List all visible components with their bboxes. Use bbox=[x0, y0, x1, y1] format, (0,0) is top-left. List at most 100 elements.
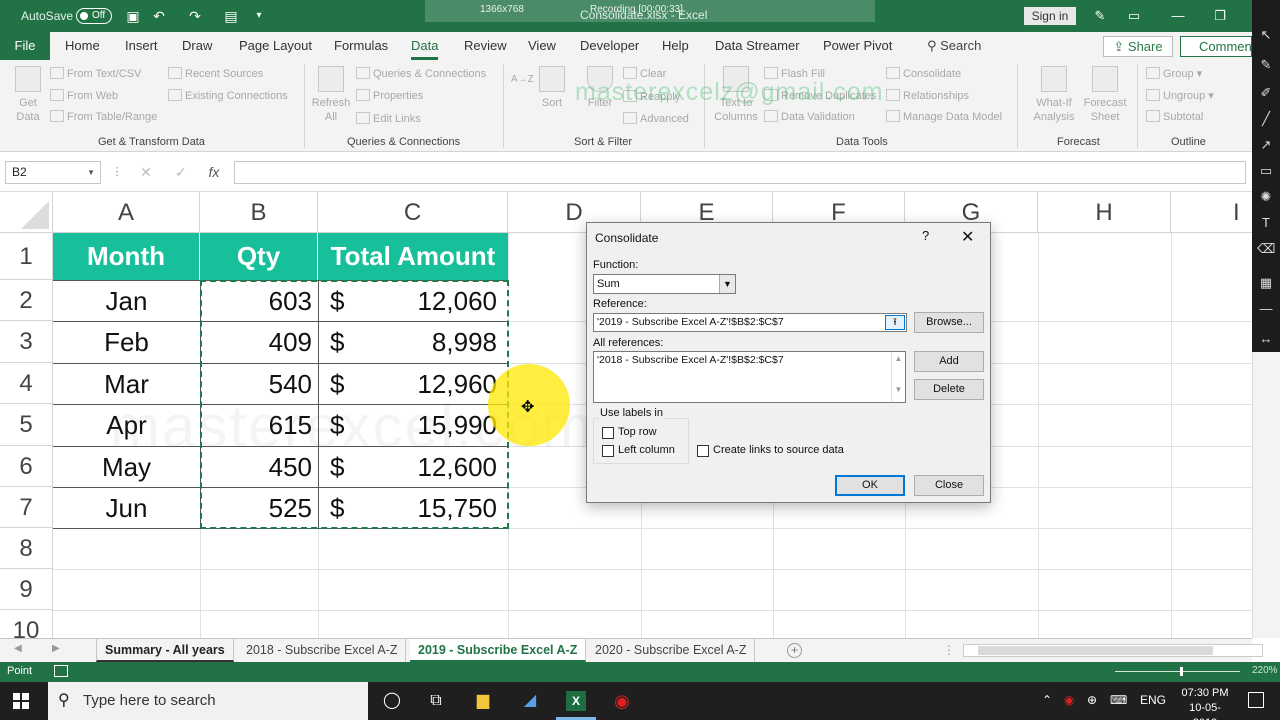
share-button[interactable]: ⇪ Share bbox=[1103, 36, 1173, 57]
form-icon[interactable]: ▤ bbox=[222, 7, 240, 25]
data-validation-button[interactable]: Data Validation bbox=[764, 110, 855, 123]
group-button[interactable]: Group ▾ bbox=[1146, 67, 1202, 80]
row-header-10[interactable]: 10 bbox=[0, 610, 53, 638]
formula-input[interactable] bbox=[234, 161, 1246, 184]
tab-data-streamer[interactable]: Data Streamer bbox=[715, 32, 800, 60]
whiteboard-icon[interactable]: ▦ bbox=[1257, 274, 1275, 292]
network-icon[interactable]: ⊕ bbox=[1087, 693, 1097, 707]
table-header-total-amount[interactable]: Total Amount bbox=[318, 233, 508, 280]
row-header-5[interactable]: 5 bbox=[0, 404, 53, 446]
column-header-h[interactable]: H bbox=[1038, 192, 1171, 233]
browse-button[interactable]: Browse... bbox=[914, 312, 984, 333]
row-header-8[interactable]: 8 bbox=[0, 528, 53, 569]
cell-month[interactable]: Jun bbox=[53, 493, 200, 524]
ribbon-search[interactable]: ⚲ Search bbox=[927, 32, 981, 60]
tab-help[interactable]: Help bbox=[662, 32, 689, 60]
eraser-icon[interactable]: ⌫ bbox=[1257, 240, 1275, 258]
macro-record-icon[interactable] bbox=[54, 665, 68, 677]
pen-icon[interactable]: ✎ bbox=[1090, 6, 1110, 26]
cancel-entry-icon[interactable]: ✕ bbox=[135, 161, 157, 184]
tab-data[interactable]: Data bbox=[411, 32, 439, 60]
forecast-sheet-button[interactable]: Forecast Sheet bbox=[1082, 66, 1128, 124]
pointer-icon[interactable]: ↖ bbox=[1257, 26, 1275, 44]
tab-draw[interactable]: Draw bbox=[182, 32, 212, 60]
cell-month[interactable]: Jan bbox=[53, 286, 200, 317]
tab-formulas[interactable]: Formulas bbox=[334, 32, 388, 60]
more-options-icon[interactable]: ⋮ bbox=[943, 643, 955, 657]
sort-az-button[interactable]: A→Z bbox=[511, 72, 534, 87]
from-web-button[interactable]: From Web bbox=[50, 89, 118, 102]
edit-links-button[interactable]: Edit Links bbox=[356, 112, 421, 125]
table-header-month[interactable]: Month bbox=[53, 233, 200, 280]
undo-icon[interactable]: ↶ bbox=[150, 7, 168, 25]
show-hidden-icons[interactable]: ⌃ bbox=[1042, 693, 1052, 707]
list-item[interactable]: '2018 - Subscribe Excel A-Z'!$B$2:$C$7 bbox=[597, 354, 902, 366]
line-icon[interactable]: ╱ bbox=[1257, 110, 1275, 128]
highlighter-icon[interactable]: ✐ bbox=[1257, 84, 1275, 102]
subtotal-button[interactable]: Subtotal bbox=[1146, 110, 1203, 123]
queries-connections-button[interactable]: Queries & Connections bbox=[356, 67, 486, 80]
tab-view[interactable]: View bbox=[528, 32, 556, 60]
row-header-1[interactable]: 1 bbox=[0, 233, 53, 280]
keyboard-icon[interactable]: ⌨ bbox=[1110, 693, 1127, 707]
sort-button[interactable]: Sort bbox=[538, 66, 566, 110]
ungroup-button[interactable]: Ungroup ▾ bbox=[1146, 89, 1214, 102]
scrollbar[interactable]: ▲ ▼ bbox=[891, 352, 905, 402]
top-row-label[interactable]: Top row bbox=[618, 426, 657, 438]
create-links-checkbox[interactable] bbox=[697, 445, 709, 457]
tab-home[interactable]: Home bbox=[65, 32, 100, 60]
function-select[interactable]: Sum ▼ bbox=[593, 274, 736, 294]
taskbar-clock[interactable]: 07:30 PM 10-05-2019 bbox=[1178, 686, 1232, 720]
app-icon[interactable]: ◢ bbox=[520, 691, 540, 711]
language-indicator[interactable]: ENG bbox=[1140, 693, 1166, 707]
consolidate-button[interactable]: Consolidate bbox=[886, 67, 961, 80]
create-links-label[interactable]: Create links to source data bbox=[713, 444, 844, 456]
get-data-button[interactable]: Get Data bbox=[10, 66, 46, 124]
recent-sources-button[interactable]: Recent Sources bbox=[168, 67, 263, 80]
scrollbar-thumb[interactable] bbox=[978, 646, 1213, 655]
tab-insert[interactable]: Insert bbox=[125, 32, 158, 60]
vertical-scrollbar[interactable] bbox=[1252, 352, 1280, 638]
close-button[interactable]: Close bbox=[914, 475, 984, 496]
sheet-tab-summary[interactable]: Summary - All years bbox=[96, 639, 234, 662]
what-if-analysis-button[interactable]: What-If Analysis bbox=[1026, 66, 1082, 124]
insert-function-icon[interactable]: fx bbox=[203, 161, 225, 184]
cell-month[interactable]: May bbox=[53, 452, 200, 483]
collapse-toolbar-icon[interactable]: ↔ bbox=[1257, 330, 1275, 348]
zoom-slider[interactable] bbox=[1115, 671, 1240, 672]
text-icon[interactable]: T bbox=[1257, 214, 1275, 232]
existing-connections-button[interactable]: Existing Connections bbox=[168, 89, 288, 102]
sign-in-button[interactable]: Sign in bbox=[1024, 7, 1076, 25]
customize-toolbar-icon[interactable]: ▾ bbox=[250, 7, 268, 25]
record-icon[interactable]: ◉ bbox=[612, 691, 632, 711]
confirm-entry-icon[interactable]: ✓ bbox=[170, 161, 192, 184]
arrow-icon[interactable]: ↗ bbox=[1257, 136, 1275, 154]
taskbar-search-box[interactable]: ⚲ Type here to search bbox=[48, 682, 368, 720]
chevron-down-icon[interactable]: ▼ bbox=[87, 162, 95, 183]
sheet-tab-2018[interactable]: 2018 - Subscribe Excel A-Z bbox=[238, 639, 407, 662]
ribbon-display-icon[interactable]: ▭ bbox=[1124, 6, 1144, 26]
row-header-6[interactable]: 6 bbox=[0, 446, 53, 487]
prev-sheet-icon[interactable]: ◀ bbox=[14, 643, 22, 654]
zoom-slider-thumb[interactable] bbox=[1180, 667, 1183, 676]
spray-icon[interactable]: ✺ bbox=[1257, 188, 1275, 206]
collapse-dialog-icon[interactable]: ⭱ bbox=[885, 315, 905, 330]
row-header-4[interactable]: 4 bbox=[0, 363, 53, 404]
help-icon[interactable]: ? bbox=[922, 228, 929, 243]
row-header-9[interactable]: 9 bbox=[0, 569, 53, 610]
rectangle-icon[interactable]: ▭ bbox=[1257, 162, 1275, 180]
column-header-i[interactable]: I bbox=[1171, 192, 1252, 233]
add-sheet-button[interactable]: + bbox=[787, 643, 802, 658]
tab-power-pivot[interactable]: Power Pivot bbox=[823, 32, 892, 60]
column-header-b[interactable]: B bbox=[200, 192, 318, 233]
windows-start-icon[interactable] bbox=[13, 693, 29, 709]
thickness-icon[interactable]: — bbox=[1257, 300, 1275, 318]
chevron-down-icon[interactable]: ▼ bbox=[719, 275, 735, 293]
from-text-csv-button[interactable]: From Text/CSV bbox=[50, 67, 141, 80]
tab-file[interactable]: File bbox=[0, 32, 50, 60]
left-column-label[interactable]: Left column bbox=[618, 444, 675, 456]
pen-icon[interactable]: ✎ bbox=[1257, 56, 1275, 74]
cell-month[interactable]: Feb bbox=[53, 327, 200, 358]
notification-icon[interactable] bbox=[1248, 692, 1264, 708]
tab-review[interactable]: Review bbox=[464, 32, 507, 60]
